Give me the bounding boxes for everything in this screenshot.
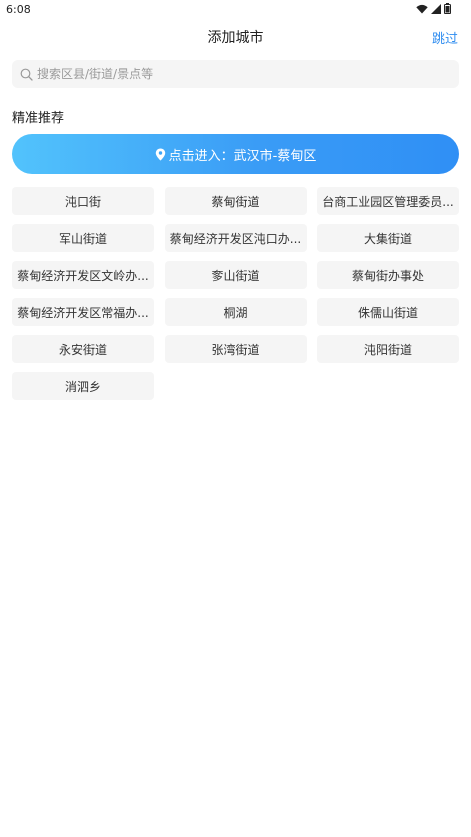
- enter-district-button[interactable]: 点击进入：武汉市-蔡甸区: [12, 134, 459, 174]
- recommend-item[interactable]: 张湾街道: [164, 335, 307, 363]
- recommend-item[interactable]: 侏儒山街道: [317, 298, 459, 326]
- recommend-item[interactable]: 大集街道: [317, 224, 459, 252]
- battery-icon: [444, 3, 451, 14]
- recommend-item-label: 军山街道: [58, 231, 107, 246]
- recommend-item-label: 蔡甸经济开发区沌口办...: [169, 231, 302, 246]
- header: 添加城市 跳过: [0, 22, 471, 52]
- signal-icon: [431, 3, 441, 14]
- skip-button[interactable]: 跳过: [432, 28, 458, 47]
- recommend-item-label: 蔡甸街道: [211, 194, 260, 209]
- wifi-icon: [416, 4, 428, 13]
- recommend-item[interactable]: 蔡甸街道: [164, 187, 307, 215]
- recommend-item[interactable]: 军山街道: [12, 224, 154, 252]
- recommend-item[interactable]: 蔡甸经济开发区常福办...: [12, 298, 154, 326]
- status-icons: [416, 3, 451, 14]
- enter-district-label: 点击进入：武汉市-蔡甸区: [168, 148, 317, 164]
- recommend-item-label: 大集街道: [363, 231, 412, 246]
- recommend-item[interactable]: 沌阳街道: [317, 335, 459, 363]
- status-bar: 6:08: [0, 0, 471, 20]
- search-input[interactable]: [37, 67, 437, 81]
- recommend-item-label: 台商工业园区管理委员...: [322, 194, 454, 209]
- recommend-item[interactable]: 奓山街道: [164, 261, 307, 289]
- recommend-item-label: 桐湖: [223, 305, 248, 320]
- section-title-recommend: 精准推荐: [12, 111, 65, 126]
- search-icon: [20, 68, 33, 81]
- recommend-item[interactable]: 沌口街: [12, 187, 154, 215]
- recommend-item-label: 沌阳街道: [363, 342, 412, 357]
- location-pin-icon: [155, 148, 165, 160]
- recommend-item-label: 侏儒山街道: [357, 305, 418, 320]
- recommend-item[interactable]: 桐湖: [164, 298, 307, 326]
- recommend-grid: 沌口街 蔡甸街道 台商工业园区管理委员... 军山街道 蔡甸经济开发区沌口办..…: [12, 187, 459, 400]
- search-bar[interactable]: [12, 60, 459, 88]
- recommend-item-label: 蔡甸经济开发区文岭办...: [17, 268, 149, 283]
- recommend-item[interactable]: 蔡甸街办事处: [317, 261, 459, 289]
- page-title: 添加城市: [207, 30, 264, 46]
- recommend-item[interactable]: 台商工业园区管理委员...: [317, 187, 459, 215]
- recommend-item[interactable]: 蔡甸经济开发区沌口办...: [164, 224, 307, 252]
- status-time: 6:08: [6, 3, 31, 16]
- recommend-item-label: 沌口街: [64, 194, 101, 209]
- recommend-item-label: 消泗乡: [64, 379, 101, 394]
- recommend-item[interactable]: 消泗乡: [12, 372, 154, 400]
- recommend-item-label: 永安街道: [58, 342, 107, 357]
- recommend-item-label: 蔡甸经济开发区常福办...: [17, 305, 149, 320]
- recommend-item[interactable]: 蔡甸经济开发区文岭办...: [12, 261, 154, 289]
- recommend-item-label: 蔡甸街办事处: [351, 268, 424, 283]
- recommend-item-label: 张湾街道: [211, 342, 260, 357]
- recommend-item[interactable]: 永安街道: [12, 335, 154, 363]
- recommend-item-label: 奓山街道: [211, 268, 260, 283]
